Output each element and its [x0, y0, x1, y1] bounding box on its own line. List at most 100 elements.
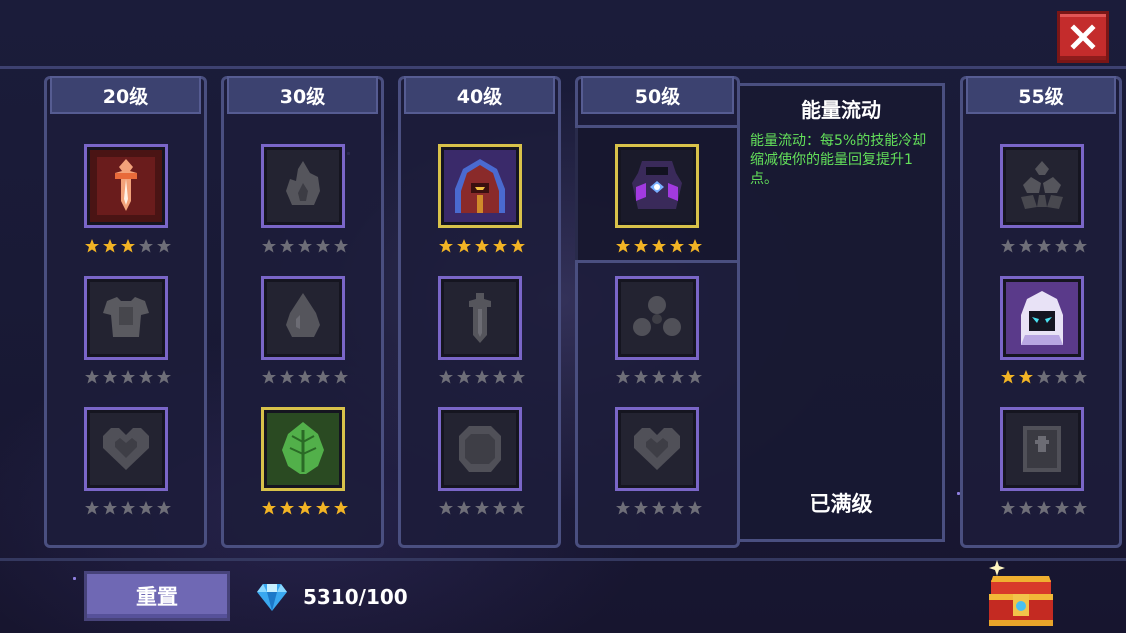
star-empty-icon — [652, 370, 666, 384]
star-empty-icon — [439, 501, 453, 515]
heart-icon — [634, 428, 680, 470]
talent-slot-selected[interactable] — [438, 144, 522, 228]
star-empty-icon — [1037, 501, 1051, 515]
star-empty-icon — [457, 501, 471, 515]
diamond-gem-icon — [257, 584, 287, 611]
star-empty-icon — [1001, 501, 1015, 515]
star-filled-icon — [316, 501, 330, 515]
star-empty-icon — [670, 501, 684, 515]
talent-slot[interactable] — [1000, 144, 1084, 228]
armor-icon — [103, 297, 149, 337]
talent-slot[interactable] — [84, 276, 168, 360]
star-empty-icon — [634, 501, 648, 515]
rock-pile-icon — [1021, 161, 1063, 209]
star-filled-icon — [1019, 370, 1033, 384]
star-rating — [1000, 238, 1088, 254]
bg-sparkle — [73, 577, 76, 580]
star-empty-icon — [85, 501, 99, 515]
star-filled-icon — [280, 501, 294, 515]
talent-slot[interactable] — [1000, 407, 1084, 491]
talent-title: 能量流动 — [801, 98, 881, 122]
talent-slot[interactable] — [615, 407, 699, 491]
star-empty-icon — [334, 239, 348, 253]
talent-slot[interactable] — [261, 276, 345, 360]
star-empty-icon — [262, 370, 276, 384]
tier-header: 50级 — [581, 76, 734, 114]
treasure-chest-icon[interactable] — [983, 558, 1059, 630]
star-empty-icon — [280, 239, 294, 253]
orb-triad-icon — [633, 296, 681, 336]
star-rating — [261, 238, 349, 254]
heart-icon — [103, 428, 149, 470]
star-empty-icon — [670, 370, 684, 384]
talent-slot-selected[interactable] — [261, 407, 345, 491]
star-empty-icon — [1055, 370, 1069, 384]
star-empty-icon — [103, 370, 117, 384]
star-empty-icon — [157, 501, 171, 515]
close-x-icon — [1070, 24, 1096, 50]
star-empty-icon — [511, 501, 525, 515]
star-empty-icon — [1055, 501, 1069, 515]
star-empty-icon — [616, 501, 630, 515]
talent-slot[interactable] — [438, 407, 522, 491]
talent-status: 已满级 — [809, 492, 873, 516]
star-filled-icon — [493, 239, 507, 253]
star-empty-icon — [688, 501, 702, 515]
star-empty-icon — [493, 370, 507, 384]
star-empty-icon — [1037, 370, 1051, 384]
star-filled-icon — [334, 501, 348, 515]
sword-icon — [469, 293, 491, 343]
talent-description: 能量流动：每5%的技能冷却缩减使你的能量回复提升1点。 — [750, 133, 927, 187]
hooded-mage-icon — [455, 159, 505, 213]
talent-slot[interactable] — [261, 144, 345, 228]
star-empty-icon — [511, 370, 525, 384]
star-empty-icon — [298, 239, 312, 253]
talent-slot[interactable] — [84, 144, 168, 228]
leaf-icon — [282, 422, 324, 474]
star-filled-icon — [475, 239, 489, 253]
tier-header: 30级 — [227, 76, 378, 114]
close-button[interactable] — [1057, 11, 1109, 63]
star-filled-icon — [262, 501, 276, 515]
star-filled-icon — [298, 501, 312, 515]
star-empty-icon — [1037, 239, 1051, 253]
star-empty-icon — [334, 370, 348, 384]
star-empty-icon — [634, 370, 648, 384]
talent-slot[interactable] — [84, 407, 168, 491]
star-empty-icon — [1019, 239, 1033, 253]
star-empty-icon — [316, 239, 330, 253]
star-empty-icon — [1001, 239, 1015, 253]
star-empty-icon — [298, 370, 312, 384]
top-divider — [0, 66, 1126, 69]
star-empty-icon — [262, 239, 276, 253]
gem-count: 5310/100 — [303, 585, 408, 609]
star-empty-icon — [652, 501, 666, 515]
star-empty-icon — [139, 501, 153, 515]
star-empty-icon — [439, 370, 453, 384]
tier-header: 55级 — [966, 76, 1116, 114]
star-empty-icon — [139, 370, 153, 384]
star-empty-icon — [316, 370, 330, 384]
star-rating — [1000, 369, 1088, 385]
star-empty-icon — [475, 501, 489, 515]
star-filled-icon — [634, 239, 648, 253]
star-empty-icon — [157, 239, 171, 253]
talent-detail-panel: 能量流动 能量流动：每5%的技能冷却缩减使你的能量回复提升1点。 已满级 — [737, 83, 945, 542]
reset-button[interactable]: 重置 — [84, 571, 230, 621]
star-empty-icon — [1073, 370, 1087, 384]
star-filled-icon — [670, 239, 684, 253]
star-rating — [615, 500, 703, 516]
star-filled-icon — [616, 239, 630, 253]
star-filled-icon — [688, 239, 702, 253]
talent-slot[interactable] — [615, 276, 699, 360]
star-empty-icon — [475, 370, 489, 384]
talent-slot[interactable] — [1000, 276, 1084, 360]
star-empty-icon — [121, 370, 135, 384]
star-rating — [438, 238, 526, 254]
talent-slot-selected[interactable] — [615, 144, 699, 228]
energy-core-icon — [632, 161, 682, 209]
star-empty-icon — [616, 370, 630, 384]
talent-slot[interactable] — [438, 276, 522, 360]
star-empty-icon — [139, 239, 153, 253]
shield-icon — [459, 426, 501, 472]
